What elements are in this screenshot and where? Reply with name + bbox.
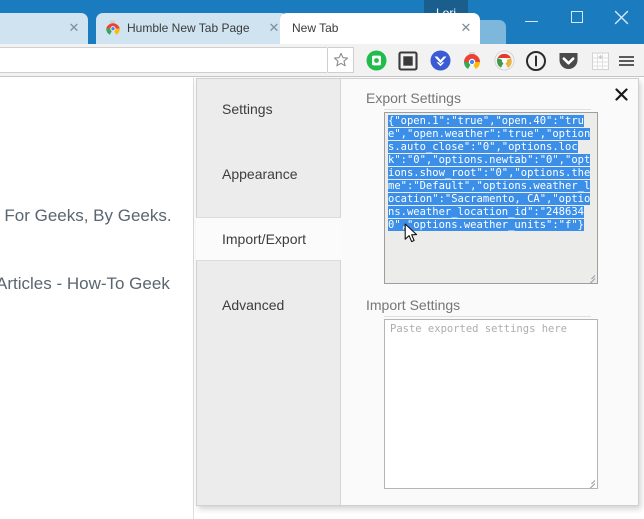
page-column-divider [193,78,194,519]
bitdefender-extension-icon[interactable] [424,44,456,77]
bookmark-star-icon[interactable] [328,47,354,73]
sidebar-item-label: Import/Export [222,231,306,247]
import-settings-title: Import Settings [366,297,460,313]
export-textarea-resize-handle[interactable] [584,270,596,282]
sidebar-item-appearance[interactable]: Appearance [197,152,340,196]
tab-close-icon[interactable]: ✕ [66,20,82,36]
tab-label: Humble New Tab Page [127,20,264,36]
close-icon[interactable] [612,85,630,103]
window-controls [509,0,644,34]
settings-panel: Settings Appearance Import/Export Advanc… [196,78,639,506]
maximize-button[interactable] [554,0,599,34]
square-extension-icon[interactable] [392,44,424,77]
browser-titlebar: ✕ Humble New Tab Page ✕ New [0,0,644,44]
minimize-button[interactable] [509,0,554,34]
chrome-favicon-icon [105,20,121,36]
import-textarea-resize-handle[interactable] [584,475,596,487]
tab-new-tab[interactable]: New Tab ✕ [280,13,480,44]
evernote-extension-icon[interactable] [360,44,392,77]
tab-label: New Tab [292,20,456,36]
export-settings-text: {"open.1":"true","open.40":"true","open.… [385,113,597,234]
address-bar-input[interactable] [0,47,328,73]
pocket-extension-icon[interactable] [552,44,584,77]
tab-close-icon[interactable]: ✕ [458,20,474,36]
tab-humble-new-tab-page[interactable]: Humble New Tab Page ✕ [96,13,288,44]
sidebar-item-import-export[interactable]: Import/Export [196,217,341,261]
settings-panel-sidebar: Settings Appearance Import/Export Advanc… [197,79,341,505]
close-button[interactable] [599,0,644,34]
sidebar-item-label: Advanced [222,297,284,313]
import-section-divider [384,316,591,317]
export-settings-title: Export Settings [366,90,461,106]
import-settings-placeholder: Paste exported settings here [385,320,597,339]
tab-partial[interactable]: ✕ [0,13,88,44]
screenshot-extension-icon[interactable] [488,44,520,77]
export-section-divider [384,109,591,110]
sidebar-item-settings[interactable]: Settings [197,87,340,131]
page-text-line-1: - For Geeks, By Geeks. [0,206,172,226]
page-text-line-2: Articles - How-To Geek [0,274,170,294]
extension-icons [360,44,616,77]
browser-toolbar [0,44,644,77]
sidebar-item-label: Appearance [222,166,298,182]
browser-window: - For Geeks, By Geeks. Articles - How-To… [0,0,644,519]
chrome-extension-icon[interactable] [456,44,488,77]
info-extension-icon[interactable] [520,44,552,77]
import-settings-textarea[interactable]: Paste exported settings here [384,319,598,489]
export-settings-selected-text: {"open.1":"true","open.40":"true","open.… [388,115,590,231]
settings-panel-main: Export Settings {"open.1":"true","open.4… [342,79,638,505]
sidebar-item-advanced[interactable]: Advanced [197,283,340,327]
hamburger-menu-icon[interactable] [612,44,640,77]
export-settings-textarea[interactable]: {"open.1":"true","open.40":"true","open.… [384,112,598,284]
sidebar-item-label: Settings [222,101,273,117]
